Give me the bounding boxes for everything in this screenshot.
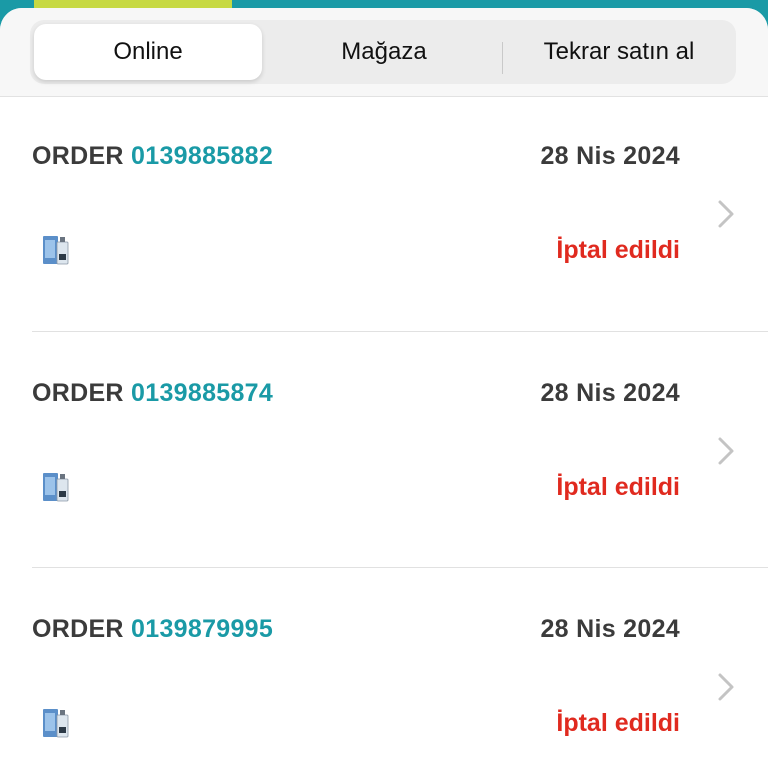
segmented-control: Online Mağaza Tekrar satın al — [30, 20, 736, 84]
status-badge: İptal edildi — [556, 236, 680, 264]
perfume-bottle-icon — [43, 236, 69, 265]
orders-sheet: Online Mağaza Tekrar satın al ORDER 0139… — [0, 8, 768, 768]
order-title: ORDER 0139885874 — [32, 379, 273, 408]
order-date: 28 Nis 2024 — [540, 142, 680, 170]
order-prefix: ORDER — [32, 615, 124, 643]
order-row[interactable]: ORDER 0139879995 28 Nis 2024 İptal edild… — [0, 569, 768, 768]
order-title: ORDER 0139885882 — [32, 142, 273, 171]
order-row[interactable]: ORDER 0139885882 28 Nis 2024 İptal edild… — [0, 96, 768, 332]
tab-buy-again[interactable]: Tekrar satın al — [506, 24, 732, 80]
tab-online[interactable]: Online — [34, 24, 262, 80]
tab-divider — [502, 42, 503, 74]
order-date: 28 Nis 2024 — [540, 379, 680, 407]
order-prefix: ORDER — [32, 142, 124, 170]
perfume-bottle-icon — [43, 473, 69, 502]
order-prefix: ORDER — [32, 379, 124, 407]
chevron-right-icon[interactable] — [712, 669, 740, 705]
chevron-right-icon[interactable] — [712, 433, 740, 469]
tab-store[interactable]: Mağaza — [270, 24, 498, 80]
order-number: 0139885874 — [131, 379, 274, 407]
order-title: ORDER 0139879995 — [32, 615, 273, 644]
chevron-right-icon[interactable] — [712, 196, 740, 232]
order-number: 0139879995 — [131, 615, 274, 643]
order-row[interactable]: ORDER 0139885874 28 Nis 2024 İptal edild… — [0, 333, 768, 569]
status-badge: İptal edildi — [556, 709, 680, 737]
perfume-bottle-icon — [43, 709, 69, 738]
order-number: 0139885882 — [131, 142, 274, 170]
order-date: 28 Nis 2024 — [540, 615, 680, 643]
row-divider — [32, 331, 768, 332]
segmented-control-container: Online Mağaza Tekrar satın al — [0, 8, 768, 97]
row-divider — [32, 567, 768, 568]
status-badge: İptal edildi — [556, 473, 680, 501]
